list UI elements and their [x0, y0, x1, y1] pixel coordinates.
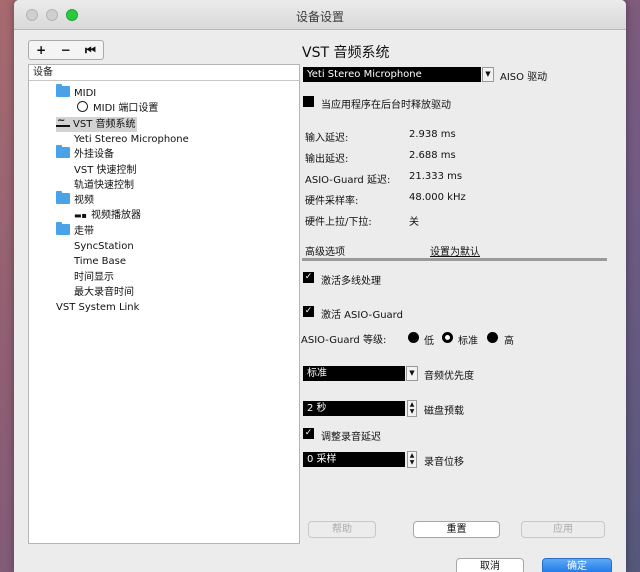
- disk-preload-field[interactable]: 2 秒: [303, 401, 405, 416]
- adjust-latency-label: 调整录音延迟: [321, 432, 381, 443]
- tree-item-midi-port-settings[interactable]: MIDI 端口设置: [77, 101, 158, 116]
- input-latency-label: 输入延迟:: [305, 133, 349, 144]
- remove-icon[interactable]: −: [61, 43, 71, 57]
- folder-icon: [56, 191, 70, 204]
- audio-priority-dropdown[interactable]: 标准: [303, 366, 405, 381]
- pull-up-down-label: 硬件上拉/下拉:: [305, 217, 372, 228]
- asio-guard-latency-value: 21.333 ms: [409, 171, 463, 182]
- tree-item-vst-audio-system[interactable]: VST 音频系统: [56, 113, 138, 132]
- sample-rate-value: 48.000 kHz: [409, 192, 466, 203]
- asio-guard-label: 激活 ASIO-Guard: [321, 310, 403, 321]
- tree-toolbar: + − ⏮: [28, 40, 104, 60]
- device-tree: 设备 MIDI MIDI 端口设置 VST 音频系统 Yeti Stereo M…: [28, 64, 300, 544]
- driver-dropdown[interactable]: Yeti Stereo Microphone: [303, 67, 481, 82]
- stepper-arrows-icon[interactable]: ▲ ▼: [407, 451, 417, 468]
- reset-button[interactable]: 重置: [413, 521, 500, 538]
- panel-title: VST 音频系统: [302, 45, 390, 61]
- input-latency-value: 2.938 ms: [409, 129, 456, 140]
- window-title: 设备设置: [295, 10, 344, 24]
- audio-priority-label: 音频优先度: [424, 371, 474, 382]
- release-driver-checkbox[interactable]: [303, 96, 314, 107]
- set-default-link[interactable]: 设置为默认: [430, 243, 480, 258]
- chevron-down-icon[interactable]: ▼: [406, 366, 418, 381]
- add-icon[interactable]: +: [36, 43, 46, 57]
- multithread-checkbox[interactable]: ✓: [303, 272, 314, 283]
- tree-item-syncstation[interactable]: SyncStation: [74, 239, 134, 254]
- tree-item-external-devices[interactable]: 外挂设备: [56, 145, 114, 162]
- asio-level-normal-radio[interactable]: [442, 332, 453, 343]
- output-latency-value: 2.688 ms: [409, 150, 456, 161]
- pull-up-down-value: 关: [409, 217, 419, 228]
- release-driver-label: 当应用程序在后台时释放驱动: [321, 100, 451, 111]
- multithread-label: 激活多线处理: [321, 276, 381, 287]
- record-shift-field[interactable]: 0 采样: [303, 452, 405, 467]
- tree-header: 设备: [29, 65, 299, 81]
- tree-item-video-player[interactable]: ▬▪ 视频播放器: [74, 208, 141, 223]
- asio-guard-level-label: ASIO-Guard 等级:: [301, 335, 387, 346]
- reset-icon[interactable]: ⏮: [85, 43, 96, 58]
- tree-item-yeti-microphone[interactable]: Yeti Stereo Microphone: [74, 132, 189, 147]
- tree-item-vst-system-link[interactable]: VST System Link: [56, 300, 139, 315]
- ok-button[interactable]: 确定: [542, 558, 612, 572]
- chevron-down-icon[interactable]: ▼: [482, 67, 494, 82]
- apply-button[interactable]: 应用: [521, 521, 605, 538]
- asio-level-high-radio[interactable]: [487, 332, 498, 343]
- asio-guard-checkbox[interactable]: ✓: [303, 306, 314, 317]
- record-shift-label: 录音位移: [424, 457, 464, 468]
- tree-item-video[interactable]: 视频: [56, 191, 94, 208]
- output-latency-label: 输出延迟:: [305, 154, 349, 165]
- title-bar: 设备设置: [14, 0, 626, 30]
- stepper-arrows-icon[interactable]: ▲ ▼: [407, 400, 417, 417]
- asio-level-low-label: 低: [424, 336, 434, 347]
- asio-level-high-label: 高: [504, 336, 514, 347]
- disk-preload-label: 磁盘预载: [424, 406, 464, 417]
- tree-item-midi[interactable]: MIDI: [56, 84, 96, 101]
- tree-item-vst-quick-controls[interactable]: VST 快速控制: [74, 163, 136, 178]
- advanced-options-tab[interactable]: 高级选项: [305, 243, 345, 258]
- midi-port-icon: [77, 101, 88, 112]
- section-divider: [302, 258, 607, 261]
- vst-audio-icon: [56, 113, 70, 128]
- tree-item-transport[interactable]: 走带: [56, 222, 94, 239]
- adjust-latency-checkbox[interactable]: ✓: [303, 428, 314, 439]
- video-player-icon: ▬▪: [74, 211, 87, 220]
- folder-icon: [56, 145, 70, 158]
- asio-level-normal-label: 标准: [458, 336, 478, 347]
- help-button[interactable]: 帮助: [308, 521, 376, 538]
- cancel-button[interactable]: 取消: [456, 558, 524, 572]
- tree-item-time-display[interactable]: 时间显示: [74, 270, 114, 285]
- tree-item-time-base[interactable]: Time Base: [74, 254, 126, 269]
- sample-rate-label: 硬件采样率:: [305, 196, 359, 207]
- asio-guard-latency-label: ASIO-Guard 延迟:: [305, 175, 391, 186]
- tree-item-track-quick-controls[interactable]: 轨道快速控制: [74, 178, 134, 193]
- driver-label: AISO 驱动: [500, 72, 548, 83]
- tree-item-max-record-time[interactable]: 最大录音时间: [74, 285, 134, 300]
- folder-icon: [56, 84, 70, 97]
- device-settings-window: 设备设置 + − ⏮ 设备 MIDI MIDI 端口设置 VST 音频系统 Ye…: [14, 0, 626, 572]
- asio-level-low-radio[interactable]: [408, 332, 419, 343]
- folder-icon: [56, 222, 70, 235]
